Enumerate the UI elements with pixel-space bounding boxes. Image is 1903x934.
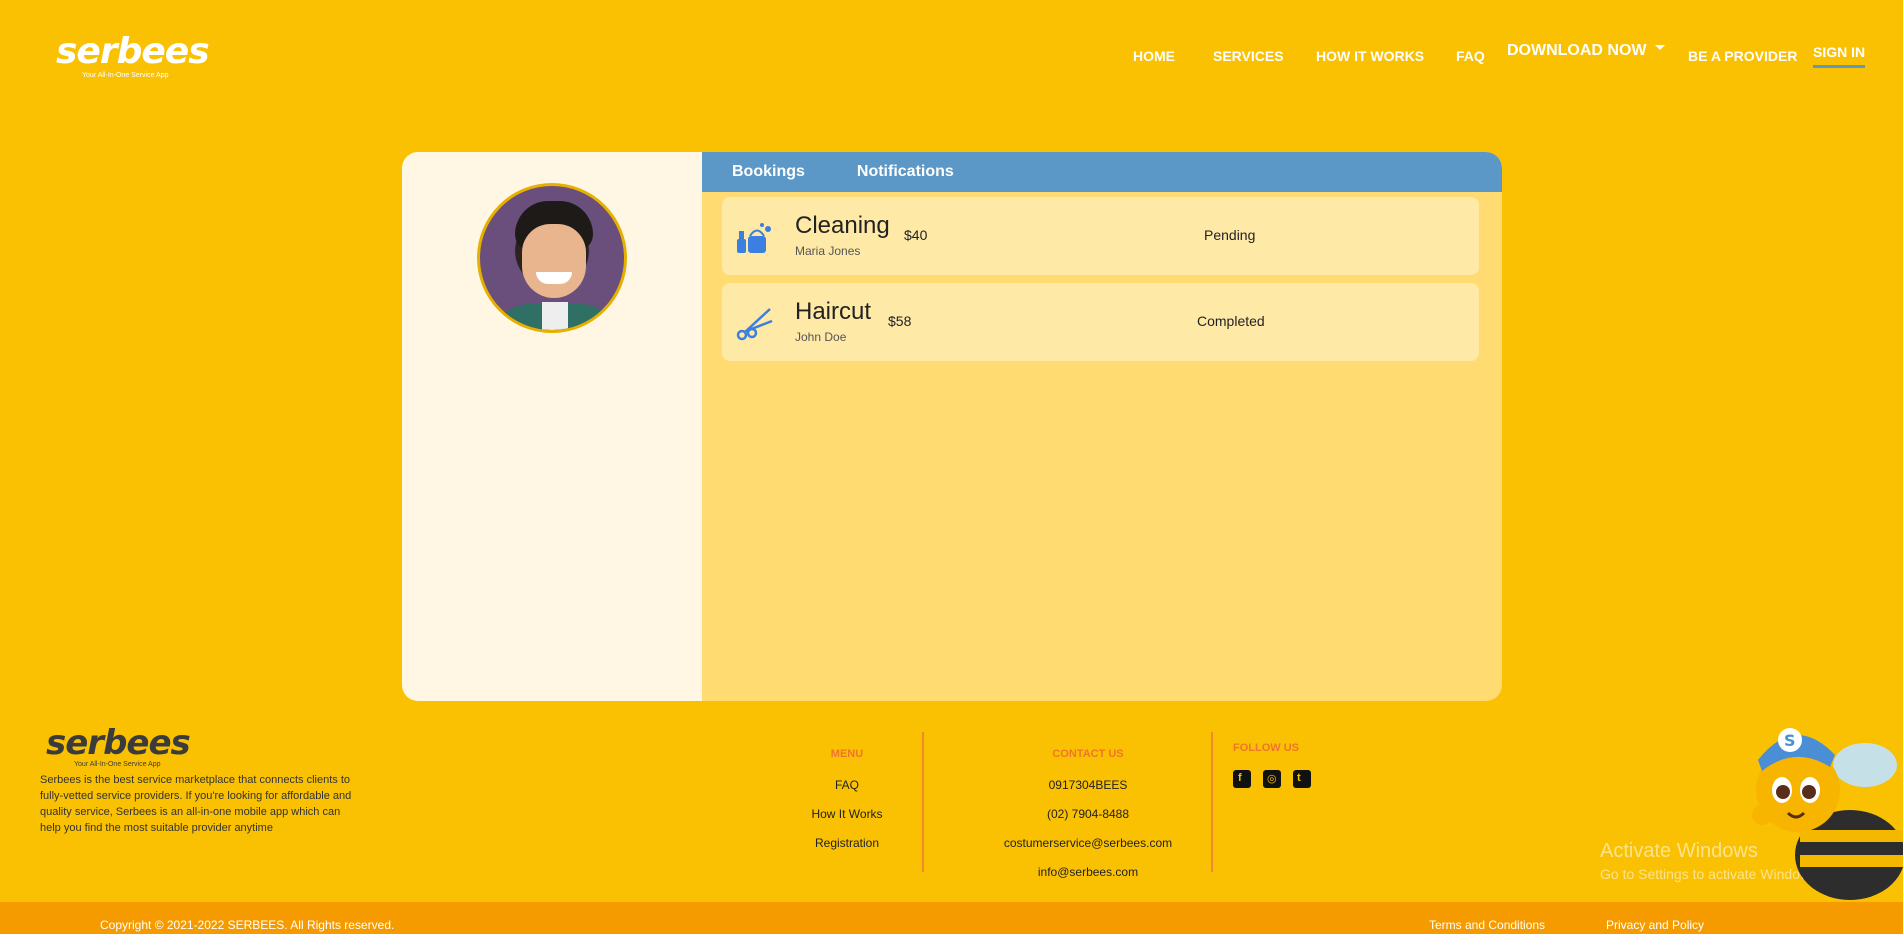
footer-logo[interactable]: serbees Your All-In-One Service App <box>46 723 191 773</box>
copyright: Copyright © 2021-2022 SERBEES. All Right… <box>100 918 395 932</box>
social-links: f ◎ t <box>1233 770 1323 788</box>
bee-mascot-icon: S <box>1752 728 1903 900</box>
footer-follow-heading: FOLLOW US <box>1233 742 1299 754</box>
footer-contact-heading: CONTACT US <box>1052 748 1124 760</box>
nav-services[interactable]: SERVICES <box>1213 48 1284 64</box>
contact-mobile: 0917304BEES <box>1048 778 1128 792</box>
footer-follow: FOLLOW US f ◎ t <box>1233 742 1323 788</box>
nav-how-it-works[interactable]: HOW IT WORKS <box>1316 48 1424 64</box>
nav-home[interactable]: HOME <box>1133 48 1175 64</box>
cleaning-icon <box>737 223 771 253</box>
booking-item[interactable]: Haircut John Doe $58 Completed <box>722 283 1479 361</box>
footer-menu: MENU FAQ How It Works Registration <box>787 748 907 865</box>
tab-notifications[interactable]: Notifications <box>857 163 954 181</box>
nav-sign-in[interactable]: SIGN IN <box>1813 44 1866 68</box>
contact-email-info[interactable]: info@serbees.com <box>1000 865 1176 879</box>
footer-contact: CONTACT US 0917304BEES (02) 7904-8488 co… <box>1000 748 1176 894</box>
footer-link-registration[interactable]: Registration <box>787 836 907 850</box>
tab-bookings[interactable]: Bookings <box>732 163 805 181</box>
brand-tagline: Your All-In-One Service App <box>82 72 169 79</box>
facebook-icon[interactable]: f <box>1233 770 1251 788</box>
profile-sidebar <box>402 152 702 701</box>
chevron-down-icon <box>1654 45 1665 51</box>
booking-status: Completed <box>1197 313 1265 329</box>
booking-customer: Maria Jones <box>795 244 861 258</box>
contact-email-service[interactable]: costumerservice@serbees.com <box>1000 836 1176 850</box>
twitter-icon[interactable]: t <box>1293 770 1311 788</box>
nav-faq[interactable]: FAQ <box>1456 48 1485 64</box>
footer-menu-heading: MENU <box>830 748 864 760</box>
terms-link[interactable]: Terms and Conditions <box>1429 918 1545 932</box>
svg-text:S: S <box>1784 731 1796 750</box>
booking-service: Cleaning <box>795 212 890 239</box>
footer-link-faq[interactable]: FAQ <box>787 778 907 792</box>
booking-service: Haircut <box>795 298 872 325</box>
brand-name: serbees <box>56 31 210 72</box>
instagram-icon[interactable]: ◎ <box>1263 770 1281 788</box>
brand-logo[interactable]: serbees Your All-In-One Service App <box>56 31 210 84</box>
nav-download-label: DOWNLOAD NOW <box>1507 42 1647 59</box>
profile-card: Bookings Notifications Cleaning Maria Jo… <box>402 152 1502 701</box>
activate-windows-title: Activate Windows <box>1600 840 1758 862</box>
booking-price: $58 <box>888 313 912 329</box>
tab-bar: Bookings Notifications <box>702 152 1502 192</box>
footer-divider <box>1211 732 1213 872</box>
privacy-link[interactable]: Privacy and Policy <box>1606 918 1704 932</box>
footer-brand-tagline: Your All-In-One Service App <box>74 761 161 768</box>
footer-divider <box>922 732 924 872</box>
booking-item[interactable]: Cleaning Maria Jones $40 Pending <box>722 197 1479 275</box>
booking-price: $40 <box>904 227 928 243</box>
footer-link-how-it-works[interactable]: How It Works <box>787 807 907 821</box>
bookings-panel: Bookings Notifications Cleaning Maria Jo… <box>702 152 1502 701</box>
footer-about: Serbees is the best service marketplace … <box>40 774 352 834</box>
nav-download-dropdown[interactable]: DOWNLOAD NOW <box>1507 42 1665 60</box>
header: serbees Your All-In-One Service App HOME… <box>0 0 1903 110</box>
booking-status: Pending <box>1204 227 1256 243</box>
footer-bottom-bar: Copyright © 2021-2022 SERBEES. All Right… <box>0 902 1903 934</box>
nav-be-provider[interactable]: BE A PROVIDER <box>1688 48 1797 64</box>
contact-landline: (02) 7904-8488 <box>1046 807 1130 821</box>
avatar <box>477 183 627 333</box>
footer-brand-name: serbees <box>46 723 191 763</box>
scissors-icon <box>736 308 773 341</box>
booking-customer: John Doe <box>795 330 847 344</box>
